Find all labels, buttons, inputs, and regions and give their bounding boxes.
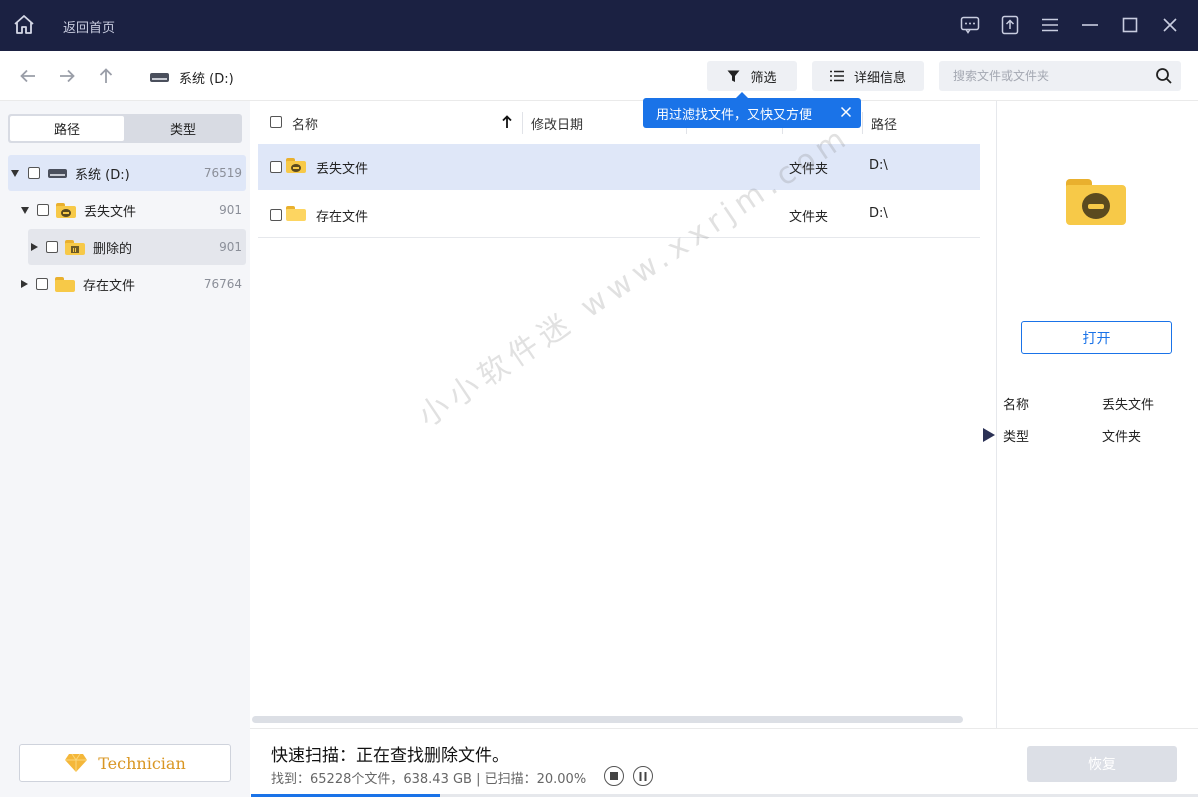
- select-all-checkbox[interactable]: [270, 116, 282, 128]
- tree-item-drive[interactable]: 系统 (D:) 76519: [8, 155, 246, 191]
- search-box: [939, 61, 1181, 91]
- scan-title: 快速扫描：正在查找删除文件。: [271, 746, 509, 766]
- close-tooltip-icon[interactable]: [840, 106, 852, 118]
- tree-item-count: 76764: [203, 277, 242, 291]
- title-bar: 返回首页: [0, 0, 1198, 51]
- column-name[interactable]: 名称: [292, 114, 318, 133]
- pause-button[interactable]: [633, 766, 653, 786]
- prop-label-type: 类型: [1003, 430, 1030, 445]
- file-path: D:\: [869, 206, 888, 221]
- horizontal-scrollbar[interactable]: [252, 716, 963, 723]
- checkbox[interactable]: [270, 161, 282, 173]
- funnel-icon: [727, 70, 740, 82]
- expand-arrow-icon[interactable]: [31, 243, 38, 251]
- menu-icon[interactable]: [1039, 14, 1061, 36]
- checkbox[interactable]: [270, 209, 282, 221]
- maximize-icon[interactable]: [1119, 14, 1141, 36]
- minimize-icon[interactable]: [1079, 14, 1101, 36]
- tree-item-lost-files[interactable]: 丢失文件 901: [8, 192, 246, 228]
- filter-label: 筛选: [750, 70, 777, 86]
- tab-type[interactable]: 类型: [126, 116, 240, 141]
- deleted-folder-icon: [65, 239, 85, 255]
- back-home-link[interactable]: 返回首页: [63, 17, 115, 36]
- scan-stats: 找到：65228个文件，638.43 GB | 已扫描：20.00%: [271, 768, 586, 787]
- open-button[interactable]: 打开: [1021, 321, 1172, 354]
- checkbox[interactable]: [37, 204, 49, 216]
- drive-icon: [48, 168, 67, 178]
- folder-icon: [286, 206, 306, 221]
- prop-value-type: 文件夹: [1102, 430, 1142, 445]
- column-divider[interactable]: [522, 112, 523, 134]
- expand-arrow-icon[interactable]: [21, 206, 29, 214]
- pause-icon: [639, 771, 647, 781]
- column-divider[interactable]: [862, 112, 863, 134]
- close-icon[interactable]: [1159, 14, 1181, 36]
- current-drive: 系统 (D:): [150, 68, 234, 87]
- file-list-header: 名称 修改日期 路径: [256, 101, 996, 143]
- search-input[interactable]: [939, 61, 1149, 91]
- upload-icon[interactable]: [999, 14, 1021, 36]
- drive-label: 系统 (D:): [179, 72, 234, 87]
- tree-item-count: 901: [219, 203, 242, 217]
- feedback-icon[interactable]: [959, 14, 981, 36]
- file-type: 文件夹: [789, 210, 829, 225]
- checkbox[interactable]: [36, 278, 48, 290]
- lost-folder-preview-icon: [1066, 179, 1126, 225]
- stop-button[interactable]: [604, 766, 624, 786]
- folder-icon: [55, 276, 75, 292]
- column-modified-date[interactable]: 修改日期: [531, 114, 583, 133]
- view-mode-switch: 路径 类型: [8, 114, 242, 143]
- lost-folder-icon: [286, 158, 306, 173]
- file-row[interactable]: 存在文件 文件夹 D:\: [258, 192, 980, 238]
- expand-arrow-icon[interactable]: [21, 280, 28, 288]
- file-type: 文件夹: [789, 162, 829, 177]
- drive-icon: [150, 73, 169, 82]
- column-path[interactable]: 路径: [871, 114, 897, 133]
- tree-item-existing-files[interactable]: 存在文件 76764: [8, 266, 246, 302]
- prop-label-name: 名称: [1003, 398, 1030, 413]
- filter-button[interactable]: 筛选: [707, 61, 797, 91]
- scan-stats-text: 找到：65228个文件，638.43 GB | 已扫描：20.00%: [271, 772, 587, 787]
- pointer-arrow-icon: [983, 428, 995, 442]
- prop-value-name: 丢失文件: [1102, 398, 1155, 413]
- home-icon[interactable]: [12, 13, 36, 37]
- detail-label: 详细信息: [853, 70, 906, 86]
- recover-button[interactable]: 恢复: [1027, 746, 1177, 782]
- tree-item-label: 丢失文件: [84, 204, 137, 220]
- tree-item-count: 76519: [203, 166, 242, 180]
- file-name: 丢失文件: [316, 162, 369, 177]
- sidebar: 路径 类型 系统 (D:) 76519 丢失文件 901 删除的 901 存在文…: [0, 101, 250, 797]
- tree-item-label: 系统 (D:): [75, 167, 130, 183]
- forward-arrow-icon[interactable]: [56, 65, 78, 87]
- toolbar: 系统 (D:) 筛选 详细信息: [0, 51, 1198, 101]
- expand-arrow-icon[interactable]: [11, 169, 19, 177]
- search-icon[interactable]: [1155, 67, 1173, 85]
- detail-button[interactable]: 详细信息: [812, 61, 924, 91]
- tree-item-count: 901: [219, 240, 242, 254]
- lost-folder-icon: [56, 202, 76, 218]
- diamond-icon: [65, 753, 88, 772]
- back-arrow-icon[interactable]: [17, 65, 39, 87]
- checkbox[interactable]: [28, 167, 40, 179]
- technician-label: Technician: [98, 753, 186, 773]
- tab-path[interactable]: 路径: [10, 116, 124, 141]
- up-arrow-icon[interactable]: [95, 65, 117, 87]
- list-icon: [829, 70, 844, 82]
- file-name: 存在文件: [316, 210, 369, 225]
- tree-item-deleted[interactable]: 删除的 901: [28, 229, 246, 265]
- checkbox[interactable]: [46, 241, 58, 253]
- file-row[interactable]: 丢失文件 文件夹 D:\: [258, 144, 980, 190]
- stop-icon: [610, 772, 618, 780]
- filter-tooltip: 用过滤找文件，又快又方便: [643, 92, 861, 128]
- sort-up-icon[interactable]: [502, 115, 512, 129]
- technician-button[interactable]: Technician: [19, 744, 231, 782]
- tooltip-text: 用过滤找文件，又快又方便: [656, 107, 813, 123]
- file-path: D:\: [869, 158, 888, 173]
- tree-item-label: 存在文件: [83, 278, 136, 294]
- tree-item-label: 删除的: [93, 241, 133, 257]
